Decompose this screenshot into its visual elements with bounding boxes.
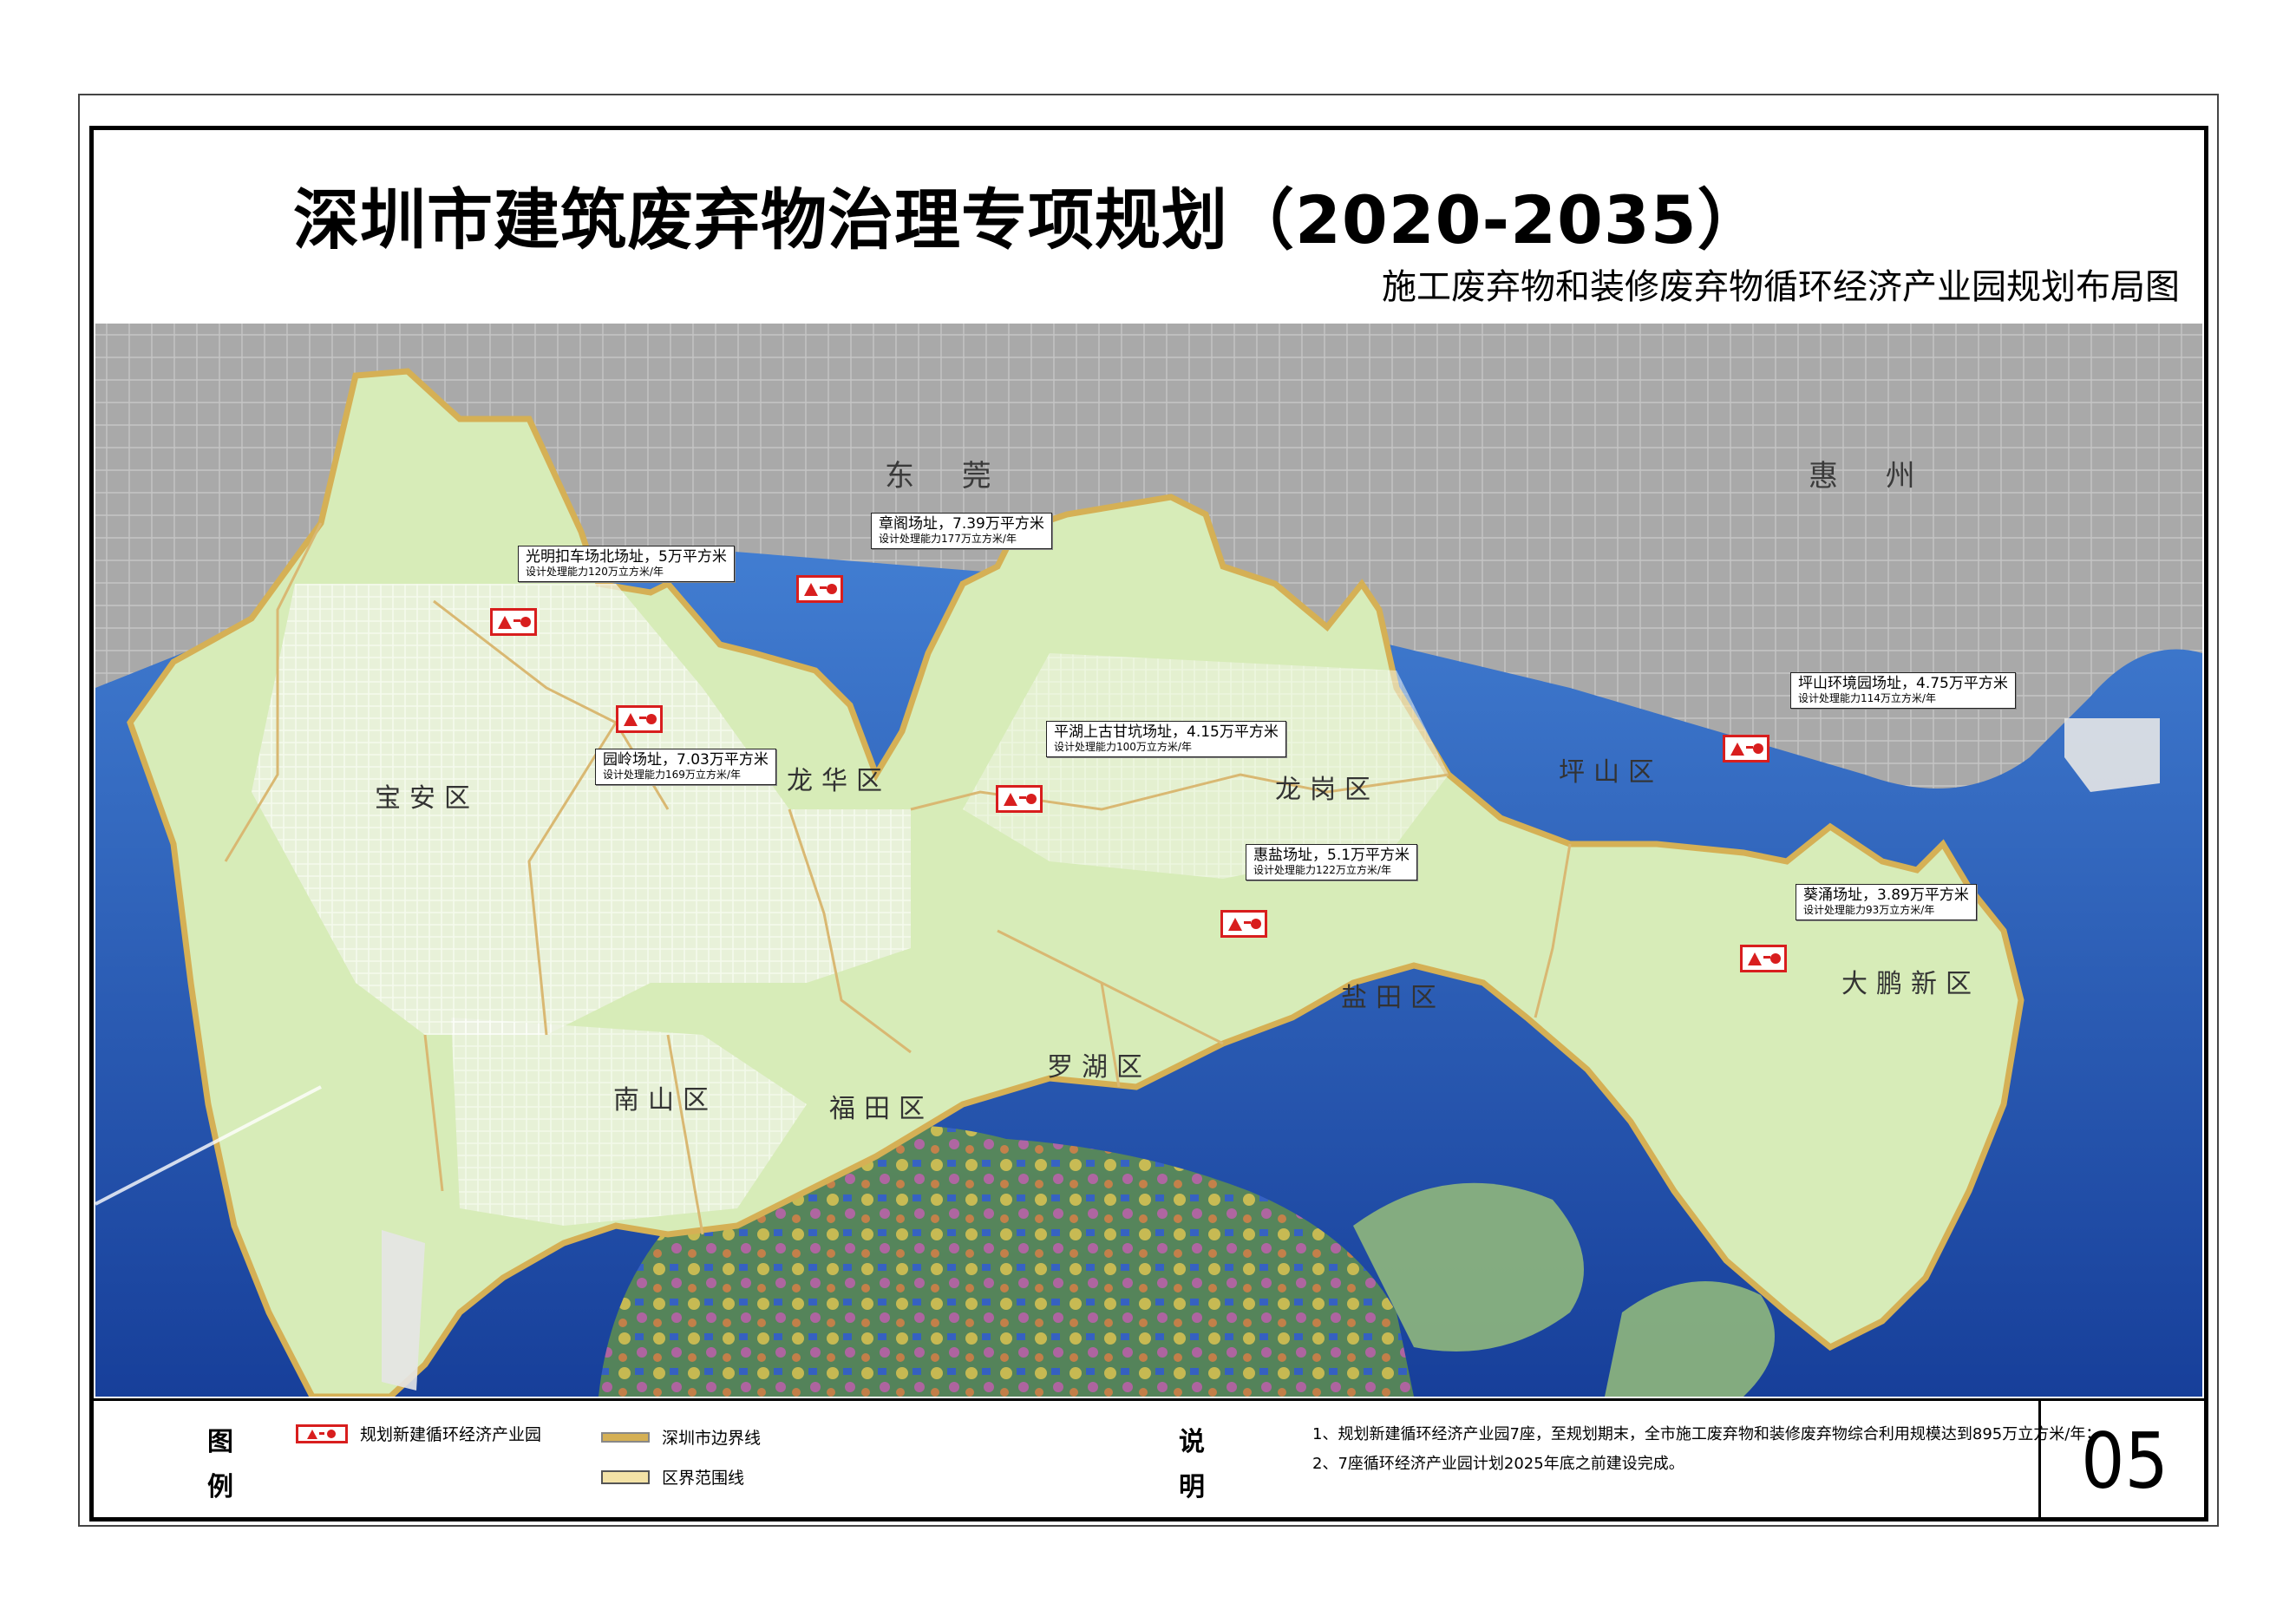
site-name: 惠盐场址，5.1万平方米 xyxy=(1253,847,1410,864)
district-label-dapeng: 大鹏新区 xyxy=(1841,969,1980,999)
note-line-2: 2、7座循环经济产业园计划2025年底之前建设完成。 xyxy=(1312,1455,1684,1473)
district-boundary-swatch xyxy=(601,1469,650,1484)
site-marker-kuiyong[interactable] xyxy=(1740,945,1787,972)
site-label-kuiyong[interactable]: 葵涌场址，3.89万平方米 设计处理能力93万立方米/年 xyxy=(1796,884,1977,920)
site-marker-pingshan[interactable] xyxy=(1723,735,1769,762)
recycle-park-icon xyxy=(296,1423,348,1443)
recycle-park-icon xyxy=(1228,918,1261,931)
recycle-park-icon xyxy=(1004,793,1037,806)
legend-label: 深圳市边界线 xyxy=(662,1429,762,1448)
site-marker-yuanling[interactable] xyxy=(616,705,663,733)
site-marker-guangming[interactable] xyxy=(490,608,537,636)
district-label-yantian: 盐田区 xyxy=(1341,983,1445,1013)
map-title: 深圳市建筑废弃物治理专项规划（2020-2035） xyxy=(293,181,1764,259)
district-label-longhua: 龙华区 xyxy=(787,766,891,796)
neighbor-label-huizhou: 惠 州 xyxy=(1809,459,1934,494)
notes-heading-2: 明 xyxy=(1179,1472,1207,1502)
city-boundary-swatch xyxy=(601,1431,650,1443)
notes-heading-1: 说 xyxy=(1179,1427,1207,1457)
site-marker-huiyan[interactable] xyxy=(1220,910,1267,938)
site-name: 坪山环境园场址，4.75万平方米 xyxy=(1798,675,2008,692)
district-label-longgang: 龙岗区 xyxy=(1275,775,1379,805)
district-label-luohu: 罗湖区 xyxy=(1047,1052,1151,1083)
site-marker-pinghu[interactable] xyxy=(996,785,1043,813)
district-label-pingshan: 坪山区 xyxy=(1559,757,1663,788)
site-label-pingshan[interactable]: 坪山环境园场址，4.75万平方米 设计处理能力114万立方米/年 xyxy=(1790,672,2016,709)
site-capacity: 设计处理能力122万立方米/年 xyxy=(1253,864,1391,876)
neighbor-label-dongguan: 东 莞 xyxy=(885,459,1011,494)
site-name: 园岭场址，7.03万平方米 xyxy=(603,751,769,769)
site-label-huiyan[interactable]: 惠盐场址，5.1万平方米 设计处理能力122万立方米/年 xyxy=(1246,844,1418,880)
site-name: 章阁场址，7.39万平方米 xyxy=(879,515,1044,533)
legend-heading-2: 例 xyxy=(207,1472,235,1502)
site-capacity: 设计处理能力120万立方米/年 xyxy=(526,566,664,578)
legend-label: 区界范围线 xyxy=(662,1469,745,1488)
note-line-1: 1、规划新建循环经济产业园7座，至规划期末，全市施工废弃物和装修废弃物综合利用规… xyxy=(1312,1425,2102,1443)
district-label-nanshan: 南山区 xyxy=(613,1085,717,1116)
site-name: 光明扣车场北场址，5万平方米 xyxy=(526,548,727,566)
legend-panel: 图 例 规划新建循环经济产业园 深圳市边界线 区界范围线 说 明 1、规划新建循… xyxy=(89,1398,2208,1522)
site-label-pinghu[interactable]: 平湖上古甘坑场址，4.15万平方米 设计处理能力100万立方米/年 xyxy=(1046,721,1286,757)
site-capacity: 设计处理能力177万立方米/年 xyxy=(879,533,1017,545)
recycle-park-icon xyxy=(1748,952,1781,965)
map-panel[interactable]: 东 莞 惠 州 宝安区 龙华区 龙岗区 坪山区 盐田区 大鹏新区 南山区 福田区… xyxy=(95,324,2202,1397)
site-label-yuanling[interactable]: 园岭场址，7.03万平方米 设计处理能力169万立方米/年 xyxy=(595,749,776,785)
site-capacity: 设计处理能力169万立方米/年 xyxy=(603,769,741,781)
site-capacity: 设计处理能力114万立方米/年 xyxy=(1798,692,1936,704)
recycle-park-icon xyxy=(498,616,531,629)
legend-item-park: 规划新建循环经济产业园 xyxy=(296,1422,541,1445)
site-name: 葵涌场址，3.89万平方米 xyxy=(1803,887,1969,904)
page-number: 05 xyxy=(2038,1401,2208,1522)
legend-heading-1: 图 xyxy=(207,1427,235,1457)
site-label-guangming[interactable]: 光明扣车场北场址，5万平方米 设计处理能力120万立方米/年 xyxy=(518,546,735,582)
recycle-park-icon xyxy=(1730,743,1763,756)
site-capacity: 设计处理能力93万立方米/年 xyxy=(1803,904,1935,916)
legend-item-district-boundary: 区界范围线 xyxy=(601,1465,744,1489)
recycle-park-icon xyxy=(624,713,657,726)
map-subtitle: 施工废弃物和装修废弃物循环经济产业园规划布局图 xyxy=(1382,267,2180,307)
district-label-futian: 福田区 xyxy=(829,1094,933,1124)
district-label-baoan: 宝安区 xyxy=(375,783,479,814)
site-marker-zhangge[interactable] xyxy=(796,575,843,603)
site-capacity: 设计处理能力100万立方米/年 xyxy=(1054,741,1192,753)
legend-label: 规划新建循环经济产业园 xyxy=(360,1425,542,1444)
site-name: 平湖上古甘坑场址，4.15万平方米 xyxy=(1054,723,1279,741)
recycle-park-icon xyxy=(804,583,837,596)
legend-item-city-boundary: 深圳市边界线 xyxy=(601,1425,761,1449)
notes-text: 1、规划新建循环经济产业园7座，至规划期末，全市施工废弃物和装修废弃物综合利用规… xyxy=(1312,1420,2101,1479)
site-label-zhangge[interactable]: 章阁场址，7.39万平方米 设计处理能力177万立方米/年 xyxy=(871,513,1052,549)
